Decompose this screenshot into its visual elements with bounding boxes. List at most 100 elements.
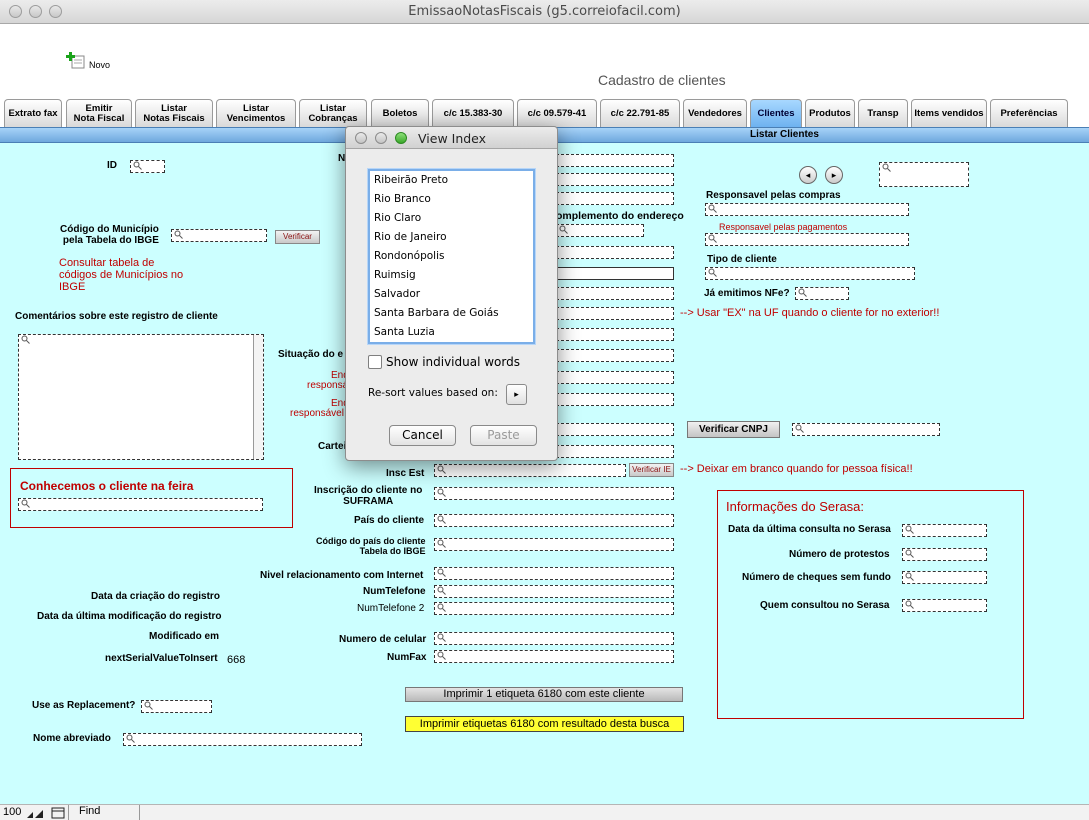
print-labels-search-button[interactable]: Imprimir etiquetas 6180 com resultado de… [405,716,684,732]
index-values-list[interactable]: Ribeirão Preto Rio Branco Rio Claro Rio … [368,169,535,344]
tab-transp[interactable]: Transp [858,99,908,127]
tab-cc-22791[interactable]: c/c 22.791-85 [600,99,680,127]
list-item[interactable]: Ruimsig [374,266,416,285]
search-icon [559,225,568,234]
list-item[interactable]: Rio Branco [374,190,431,209]
tab-boletos[interactable]: Boletos [371,99,429,127]
list-item[interactable]: Salvador [374,285,420,304]
search-icon [905,549,914,558]
middle-field-11[interactable] [556,371,674,384]
country-field[interactable] [434,514,674,527]
serasa-consulted-by-label: Quem consultou no Serasa [760,600,890,611]
new-record-label[interactable]: Novo [89,60,110,70]
tab-cc-15383[interactable]: c/c 15.383-30 [432,99,514,127]
dialog-close-button[interactable] [355,132,367,144]
middle-field-5[interactable] [556,246,674,259]
nfe-issued-field[interactable] [795,287,849,300]
complement-field[interactable] [556,224,644,237]
search-icon [437,586,446,595]
serasa-last-query-field[interactable] [902,524,987,537]
list-item[interactable]: Santa Luzia [374,323,435,342]
internet-level-field[interactable] [434,567,674,580]
new-record-icon[interactable] [66,52,86,70]
phone-field[interactable] [434,585,674,598]
mode-indicator[interactable]: Find [68,805,140,820]
use-replacement-field[interactable] [141,700,212,713]
list-item[interactable]: Rio de Janeiro [374,228,447,247]
verify-ie-button[interactable]: Verificar IE [629,463,674,477]
list-item[interactable]: Rondonópolis [374,247,444,266]
tab-listar-cobrancas[interactable]: Listar Cobranças [299,99,367,127]
middle-field-3[interactable] [556,192,674,205]
country-code-field[interactable] [434,538,674,551]
uf-field[interactable] [556,307,674,320]
protests-label: Número de protestos [789,549,890,560]
wallet-field[interactable] [556,445,674,458]
search-icon [126,734,135,743]
verify-municipio-button[interactable]: Verificar [275,230,320,244]
short-name-field[interactable] [123,733,362,746]
middle-field-7[interactable] [556,287,674,300]
id-field[interactable] [130,160,165,173]
protests-field[interactable] [902,548,987,561]
comments-field[interactable] [18,334,264,460]
tab-listar-vencimentos[interactable]: Listar Vencimentos [216,99,296,127]
municipio-code-field[interactable] [171,229,267,242]
tab-vendedores[interactable]: Vendedores [683,99,747,127]
middle-field-10[interactable] [556,349,674,362]
middle-field-2[interactable] [556,173,674,186]
bad-checks-field[interactable] [902,571,987,584]
middle-field-6[interactable] [556,267,674,280]
verify-cnpj-button[interactable]: Verificar CNPJ [687,421,780,438]
dialog-minimize-button[interactable] [375,132,387,144]
tab-extrato-fax[interactable]: Extrato fax [4,99,62,127]
record-search-field[interactable] [879,162,969,187]
cancel-button[interactable]: Cancel [389,425,456,446]
state-registration-field[interactable] [434,464,626,477]
tab-clientes[interactable]: Clientes [750,99,802,127]
serasa-consulted-by-field[interactable] [902,599,987,612]
tab-emitir-nota-fiscal[interactable]: Emitir Nota Fiscal [66,99,132,127]
zoom-controls-icon[interactable] [25,807,65,819]
search-icon [21,499,30,508]
suframa-field[interactable] [434,487,674,500]
print-one-label-button[interactable]: Imprimir 1 etiqueta 6180 com este client… [405,687,683,702]
consult-ibge-link[interactable]: Consultar tabela de códigos de Município… [59,257,183,293]
fair-label: Conhecemos o cliente na feira [20,479,194,493]
previous-record-button[interactable]: ◂ [799,166,817,184]
comments-scrollbar[interactable] [253,335,263,459]
middle-field-9[interactable] [556,328,674,341]
resort-language-popup[interactable]: ▸ [506,384,527,405]
list-item[interactable]: Santa Barbara de Goiás [374,304,499,323]
payment-responsible-field[interactable] [705,233,909,246]
paste-button[interactable]: Paste [470,425,537,446]
cnpj-verify-field[interactable] [792,423,940,436]
list-item[interactable]: Ribeirão Preto [374,171,448,190]
tab-cc-09579[interactable]: c/c 09.579-41 [517,99,597,127]
next-record-button[interactable]: ▸ [825,166,843,184]
client-type-field[interactable] [705,267,915,280]
search-icon [437,603,446,612]
show-words-label[interactable]: Show individual words [386,355,520,369]
search-icon [21,335,30,344]
mobile-field[interactable] [434,632,674,645]
fair-field[interactable] [18,498,263,511]
zoom-level[interactable]: 100 [3,806,21,818]
phone-2-field[interactable] [434,602,674,615]
tab-produtos[interactable]: Produtos [805,99,855,127]
tab-items-vendidos[interactable]: Items vendidos [911,99,987,127]
list-clients-label[interactable]: Listar Clientes [750,129,819,140]
cnpj-field[interactable] [556,423,674,436]
name-field[interactable] [556,154,674,167]
tab-listar-notas-fiscais[interactable]: Listar Notas Fiscais [135,99,213,127]
middle-field-12[interactable] [556,393,674,406]
comments-label: Comentários sobre este registro de clien… [15,311,218,322]
show-words-checkbox[interactable] [368,355,382,369]
country-label: País do cliente [354,515,425,526]
purchase-responsible-field[interactable] [705,203,909,216]
ie-note: --> Deixar em branco quando for pessoa f… [680,463,913,475]
list-item[interactable]: Rio Claro [374,209,421,228]
tab-preferencias[interactable]: Preferências [990,99,1068,127]
dialog-zoom-button[interactable] [395,132,407,144]
fax-field[interactable] [434,650,674,663]
